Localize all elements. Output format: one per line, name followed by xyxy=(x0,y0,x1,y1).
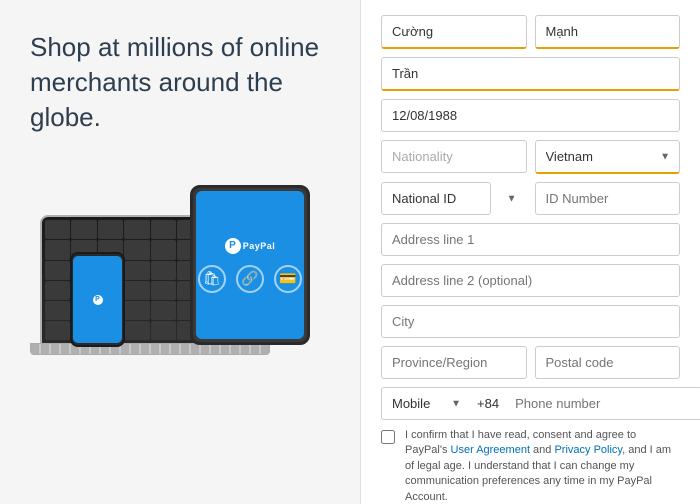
middle-name-input[interactable] xyxy=(381,57,680,91)
address2-field xyxy=(381,264,680,297)
address1-row xyxy=(381,223,680,256)
nationality-placeholder-input[interactable] xyxy=(381,140,527,173)
postal-input[interactable] xyxy=(535,346,681,379)
phone-country-code: +84 xyxy=(471,387,505,420)
privacy-policy-link[interactable]: Privacy Policy xyxy=(554,444,622,456)
dob-field xyxy=(381,99,680,132)
dob-row xyxy=(381,99,680,132)
hero-text: Shop at millions of online merchants aro… xyxy=(30,30,330,135)
phone-type-wrapper: Mobile Home Work ▼ xyxy=(381,387,471,420)
city-input[interactable] xyxy=(381,305,680,338)
province-field xyxy=(381,346,527,379)
phone-number-input[interactable] xyxy=(505,387,700,420)
tablet-illustration: P PayPal 🛍 🔗 💳 xyxy=(190,185,310,345)
left-panel: Shop at millions of online merchants aro… xyxy=(0,0,360,504)
nationality-field xyxy=(381,140,527,174)
middle-name-row xyxy=(381,57,680,91)
province-postal-row xyxy=(381,346,680,379)
postal-field xyxy=(535,346,681,379)
last-name-field xyxy=(535,15,681,49)
phone-illustration: P xyxy=(70,252,125,347)
terms-text: I confirm that I have read, consent and … xyxy=(405,428,680,504)
devices-illustration: P PayPal 🛍 🔗 💳 P xyxy=(30,165,330,355)
last-name-input[interactable] xyxy=(535,15,681,49)
address2-row xyxy=(381,264,680,297)
nationality-select-wrapper: Vietnam United States United Kingdom Oth… xyxy=(535,140,681,174)
id-row: National ID Passport Driver License ▼ xyxy=(381,182,680,215)
name-row xyxy=(381,15,680,49)
id-type-chevron-icon: ▼ xyxy=(507,193,517,204)
id-type-wrapper: National ID Passport Driver License ▼ xyxy=(381,182,527,215)
address1-field xyxy=(381,223,680,256)
id-number-field xyxy=(535,182,681,215)
first-name-field xyxy=(381,15,527,49)
nationality-select[interactable]: Vietnam United States United Kingdom Oth… xyxy=(535,140,681,174)
address2-input[interactable] xyxy=(381,264,680,297)
id-number-input[interactable] xyxy=(535,182,681,215)
nationality-row: Vietnam United States United Kingdom Oth… xyxy=(381,140,680,174)
phone-row: Mobile Home Work ▼ +84 xyxy=(381,387,680,420)
address1-input[interactable] xyxy=(381,223,680,256)
registration-form: Vietnam United States United Kingdom Oth… xyxy=(360,0,700,504)
terms-checkbox-row: I confirm that I have read, consent and … xyxy=(381,428,680,504)
phone-type-select[interactable]: Mobile Home Work xyxy=(381,387,471,420)
city-field xyxy=(381,305,680,338)
laptop-keyboard xyxy=(30,343,270,355)
province-input[interactable] xyxy=(381,346,527,379)
dob-input[interactable] xyxy=(381,99,680,132)
city-row xyxy=(381,305,680,338)
middle-name-field xyxy=(381,57,680,91)
user-agreement-link[interactable]: User Agreement xyxy=(451,444,530,456)
first-name-input[interactable] xyxy=(381,15,527,49)
id-type-select[interactable]: National ID Passport Driver License xyxy=(381,182,491,215)
terms-checkbox[interactable] xyxy=(381,430,395,444)
